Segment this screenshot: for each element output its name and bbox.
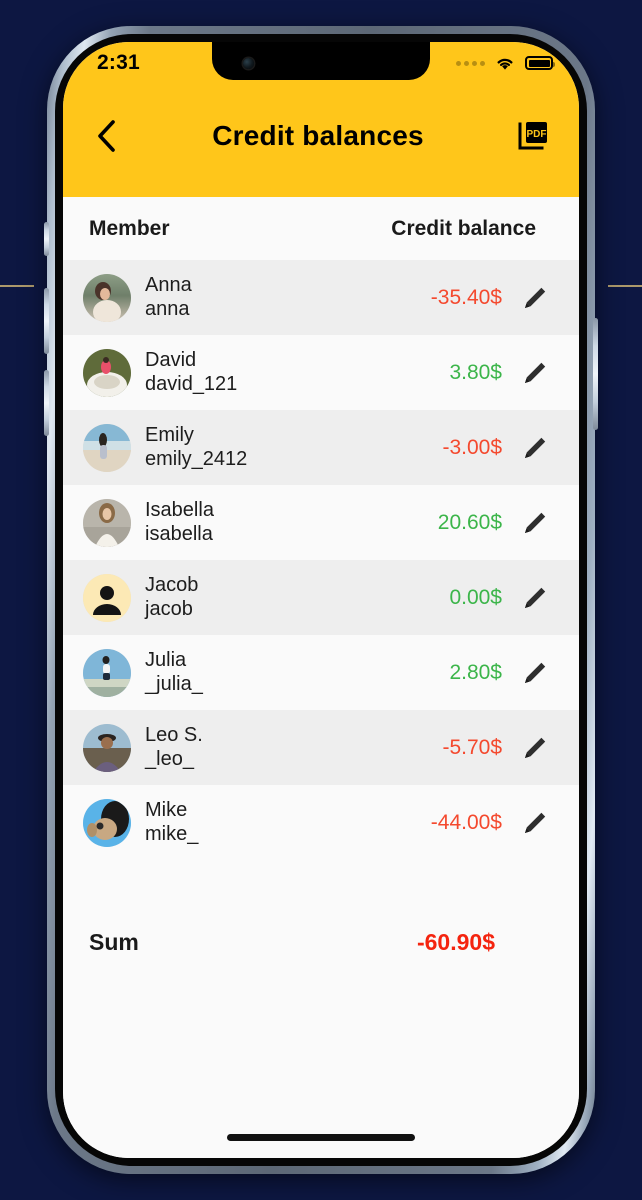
status-time: 2:31 (97, 51, 140, 74)
member-balance: 20.60$ (437, 510, 502, 534)
avatar (83, 648, 131, 697)
avatar (83, 498, 131, 547)
member-names: Jacob jacob (145, 574, 198, 621)
member-balance: -35.40$ (430, 285, 502, 309)
edit-balance-button[interactable] (515, 278, 555, 318)
sum-value: -60.90$ (416, 928, 495, 955)
avatar (83, 573, 131, 622)
member-handle: mike_ (145, 822, 199, 845)
battery-full-icon (525, 56, 555, 70)
svg-text:PDF: PDF (527, 129, 547, 140)
table-header-row: Member Credit balance (63, 197, 579, 260)
table-row[interactable]: Mike mike_ -44.00$ (63, 785, 579, 860)
member-handle: _julia_ (145, 672, 203, 695)
pencil-icon (525, 437, 546, 458)
member-name: Anna (145, 273, 192, 296)
sum-spacer (63, 860, 579, 912)
member-balance: 0.00$ (449, 585, 502, 609)
back-button[interactable] (83, 113, 129, 159)
column-header-member: Member (89, 216, 170, 240)
table-row[interactable]: Emily emily_2412 -3.00$ (63, 410, 579, 485)
home-indicator[interactable] (227, 1133, 415, 1141)
member-names: Mike mike_ (145, 799, 198, 846)
member-balance: 3.80$ (449, 360, 502, 384)
edit-balance-button[interactable] (515, 353, 555, 393)
phone-screen: 2:31 Credit balances PDF Member Credit b… (63, 42, 579, 1158)
pencil-icon (525, 662, 546, 683)
pencil-icon (525, 512, 546, 533)
avatar (83, 348, 131, 397)
status-indicators (456, 55, 555, 71)
column-header-balance: Credit balance (391, 216, 536, 240)
member-handle: jacob (145, 597, 193, 620)
member-balance: -3.00$ (442, 435, 502, 459)
table-row[interactable]: Anna anna -35.40$ (63, 260, 579, 335)
table-row[interactable]: Jacob jacob 0.00$ (63, 560, 579, 635)
mute-switch-button[interactable] (44, 222, 49, 256)
pencil-icon (525, 287, 546, 308)
member-names: Julia _julia_ (145, 649, 203, 696)
avatar (83, 723, 131, 772)
table-row[interactable]: Julia _julia_ 2.80$ (63, 635, 579, 710)
pencil-icon (525, 812, 546, 833)
content-filler (63, 972, 579, 1116)
volume-down-button[interactable] (44, 370, 49, 436)
edit-balance-button[interactable] (515, 803, 555, 843)
sum-label: Sum (89, 928, 139, 955)
background-rule-right (608, 285, 642, 287)
avatar (83, 423, 131, 472)
member-names: Emily emily_2412 (145, 424, 247, 471)
avatar (83, 798, 131, 847)
member-handle: _leo_ (145, 747, 194, 770)
edit-balance-button[interactable] (515, 578, 555, 618)
member-balance: 2.80$ (449, 660, 502, 684)
member-name: Emily (145, 423, 194, 446)
pencil-icon (525, 362, 546, 383)
phone-device: 2:31 Credit balances PDF Member Credit b… (44, 26, 598, 1174)
member-name: Mike (145, 798, 188, 821)
sum-row: Sum -60.90$ (63, 912, 579, 972)
home-indicator-area (63, 1116, 579, 1158)
pdf-export-icon: PDF (518, 122, 547, 150)
display-notch (212, 42, 430, 80)
edit-balance-button[interactable] (515, 428, 555, 468)
member-names: Isabella isabella (145, 499, 214, 546)
table-row[interactable]: Isabella isabella 20.60$ (63, 485, 579, 560)
table-row[interactable]: Leo S. _leo_ -5.70$ (63, 710, 579, 785)
member-name: Leo S. (145, 723, 203, 746)
page-title: Credit balances (212, 120, 424, 151)
member-balance: -5.70$ (442, 735, 502, 759)
pencil-icon (525, 737, 546, 758)
front-camera-icon (243, 58, 254, 69)
pencil-icon (525, 587, 546, 608)
member-name: Julia (145, 648, 187, 671)
member-names: Leo S. _leo_ (145, 724, 203, 771)
signal-dots-icon (456, 60, 485, 66)
edit-balance-button[interactable] (515, 503, 555, 543)
member-name: Jacob (145, 573, 199, 596)
table-row[interactable]: David david_121 3.80$ (63, 335, 579, 410)
member-list: Anna anna -35.40$ David david_121 3.80$ Emily e… (63, 260, 579, 860)
avatar (83, 273, 131, 322)
member-handle: isabella (145, 522, 213, 545)
edit-balance-button[interactable] (515, 728, 555, 768)
background-rule-left (0, 285, 34, 287)
app-header: 2:31 Credit balances PDF (63, 42, 579, 197)
member-names: Anna anna (145, 274, 192, 321)
member-name: David (145, 348, 197, 371)
member-handle: david_121 (145, 372, 238, 395)
volume-up-button[interactable] (44, 288, 49, 354)
member-names: David david_121 (145, 349, 237, 396)
navigation-bar: Credit balances PDF (63, 97, 579, 175)
member-name: Isabella (145, 498, 214, 521)
member-handle: anna (145, 297, 190, 320)
member-handle: emily_2412 (145, 447, 248, 470)
edit-balance-button[interactable] (515, 653, 555, 693)
export-pdf-button[interactable]: PDF (511, 113, 557, 159)
member-balance: -44.00$ (430, 810, 502, 834)
power-button[interactable] (593, 318, 598, 430)
chevron-left-icon (98, 120, 115, 152)
wifi-icon (497, 58, 513, 70)
